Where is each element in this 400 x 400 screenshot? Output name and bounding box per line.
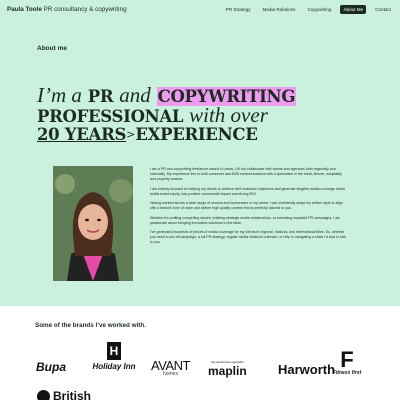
brand-tagline: PR consultancy & copywriting [43,6,127,13]
hero-word-and: and [119,83,151,107]
hero-word-professional: PROFESSIONAL [37,107,184,126]
page-title: About me [37,45,67,52]
bio-paragraph: I am entirely focused on helping my clie… [150,186,346,196]
portrait-illustration [53,166,133,281]
brands-title: Some of the brands I’ve worked with. [35,322,146,329]
nav-link-copywriting[interactable]: Copywriting [304,5,334,14]
hero-word-with-over: with over [189,103,268,127]
bio-paragraph: I am a PR and copywriting freelancer bas… [150,167,342,182]
bupa-wordmark: Bupa [36,360,66,374]
hero-headline: I’m a PR and COPYWRITING PROFESSIONAL wi… [37,83,377,144]
globe-mark-icon [37,389,50,400]
nav-link-about-me[interactable]: About Me [340,5,367,14]
fitness-first-mark-icon: F [340,347,354,372]
holiday-inn-mark-icon: H [107,342,121,360]
bio-paragraph: I’ve generated hundreds of pieces of med… [150,230,346,245]
british-logo: British [37,389,91,400]
nav-links: PR Strategy Media Relations Copywriting … [223,5,394,14]
hero-word-pr: PR [87,87,114,106]
fitness-first-wordmark: Fitness first [332,370,362,376]
bio-text: I am a PR and copywriting freelancer bas… [150,167,346,250]
nav-link-media-relations[interactable]: Media Relations [260,5,299,14]
avant-homes-logo: AVANT homes [151,358,190,377]
holiday-inn-wordmark: Holiday Inn [92,362,136,371]
british-wordmark: British [53,389,92,400]
hero-word-20-years: 20 YEARS [37,125,127,144]
maplin-logo: the electronics specialist maplin [208,360,247,378]
bupa-logo: Bupa [36,360,66,374]
hero-arrow: > [126,128,136,141]
profile-photo [53,166,133,281]
hero-word-intro: I’m a [37,83,82,107]
holiday-inn-logo: H Holiday Inn [92,342,136,371]
fitness-first-logo: F Fitness first [327,347,367,377]
nav-link-contact[interactable]: Contact [372,5,394,14]
hero-word-experience: EXPERIENCE [135,125,258,144]
nav-link-pr-strategy[interactable]: PR Strategy [223,5,254,14]
site-brand[interactable]: Paula Toole PR consultancy & copywriting [7,6,127,13]
maplin-wordmark: maplin [208,364,247,378]
brands-section: Some of the brands I’ve worked with. Bup… [0,306,400,400]
bio-paragraph: Whether it’s crafting compelling stories… [150,215,341,225]
top-nav: Paula Toole PR consultancy & copywriting… [0,0,400,20]
brand-name: Paula Toole [7,6,42,13]
bio-paragraph: Having worked across a wide range of sec… [150,201,344,211]
